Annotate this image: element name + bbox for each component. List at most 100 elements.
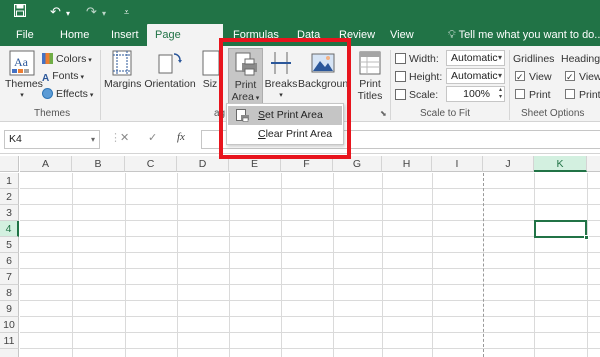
tab-insert[interactable]: Insert (103, 24, 147, 46)
headings-header: Headings (561, 53, 600, 65)
effects-button[interactable]: Effects ▾ (42, 86, 93, 102)
gridlines-view-checkbox[interactable]: View (515, 69, 552, 85)
page-setup-launcher-icon[interactable]: ⬊ (380, 109, 387, 118)
width-label: Width: (409, 53, 439, 65)
scale-row: Scale: (395, 87, 438, 103)
height-icon (395, 71, 406, 82)
undo-icon[interactable]: ↶ (50, 4, 61, 20)
height-row: Height: (395, 69, 442, 85)
name-box-value: K4 (9, 133, 22, 145)
orientation-icon (157, 50, 183, 76)
headings-view-checkbox[interactable]: View (565, 69, 600, 85)
column-header-c[interactable]: C (125, 156, 177, 172)
column-header-i[interactable]: I (432, 156, 483, 172)
tell-me-box[interactable]: 💡︎ Tell me what you want to do... (448, 24, 600, 46)
name-box[interactable]: K4 ▾ (4, 130, 100, 149)
group-separator (390, 50, 391, 120)
insert-function-button[interactable]: fx (177, 131, 185, 143)
column-header-partial[interactable] (587, 156, 600, 172)
checkbox-checked-icon (565, 69, 575, 85)
headings-print-checkbox[interactable]: Print (565, 87, 600, 103)
cell-grid[interactable] (20, 173, 600, 357)
column-header-b[interactable]: B (72, 156, 125, 172)
group-label-scale-to-fit: Scale to Fit (420, 108, 471, 119)
print-titles-button[interactable]: Print Titles (353, 50, 387, 102)
headings-view-label: View (579, 71, 600, 83)
redo-icon[interactable]: ↷ (86, 4, 97, 20)
margins-icon (109, 50, 135, 76)
chevron-down-icon: ▾ (497, 53, 502, 62)
width-row: Width: (395, 51, 439, 67)
grid-line (20, 332, 600, 333)
scale-icon (395, 89, 406, 100)
spinner-arrows-icon[interactable]: ▴ ▾ (499, 87, 502, 101)
grid-line (20, 188, 600, 189)
grid-line (229, 173, 230, 357)
fill-handle[interactable] (584, 235, 589, 240)
undo-dropdown-icon[interactable]: ▾ (66, 6, 70, 22)
gridlines-view-label: View (529, 71, 552, 83)
grid-line (534, 173, 535, 357)
grid-line (20, 236, 600, 237)
chevron-down-icon: ▾ (497, 71, 502, 80)
colors-button[interactable]: Colors ▾ (42, 51, 92, 67)
save-icon[interactable] (13, 3, 27, 21)
column-header-k[interactable]: K (534, 156, 587, 172)
select-all-corner[interactable] (0, 156, 19, 172)
grid-line (20, 300, 600, 301)
grid-line (382, 173, 383, 357)
print-titles-label-2: Titles (357, 90, 383, 102)
enter-icon[interactable]: ✓ (148, 131, 157, 144)
height-select[interactable]: Automatic ▾ (446, 68, 505, 84)
tell-me-text: Tell me what you want to do... (458, 29, 600, 41)
colors-icon (42, 53, 53, 64)
group-label-sheet-options: Sheet Options (521, 108, 585, 119)
group-separator (100, 50, 101, 120)
row-header-3[interactable]: 3 (0, 205, 19, 221)
column-header-h[interactable]: H (382, 156, 432, 172)
height-value: Automatic (451, 70, 498, 82)
size-icon (201, 50, 219, 76)
page-break-line (483, 173, 484, 357)
fonts-button[interactable]: A Fonts ▾ (42, 68, 84, 84)
row-header-2[interactable]: 2 (0, 189, 19, 205)
themes-button[interactable]: Aa Themes ▾ (5, 50, 43, 102)
tab-home[interactable]: Home (52, 24, 97, 46)
customize-qat-icon[interactable]: ⩡ (124, 4, 129, 20)
row-header-11[interactable]: 11 (0, 333, 19, 349)
width-icon (395, 53, 406, 64)
orientation-button[interactable]: Orientation (144, 50, 196, 90)
row-header-10[interactable]: 10 (0, 317, 19, 333)
column-header-a[interactable]: A (20, 156, 72, 172)
headings-print-label: Print (579, 89, 600, 101)
lightbulb-icon: 💡︎ (448, 29, 456, 41)
row-header-5[interactable]: 5 (0, 237, 19, 253)
active-cell-k4[interactable] (534, 220, 587, 238)
row-header-6[interactable]: 6 (0, 253, 19, 269)
row-header-4[interactable]: 4 (0, 221, 19, 237)
tab-page-layout[interactable]: Page Layout (147, 24, 223, 63)
row-header-8[interactable]: 8 (0, 285, 19, 301)
width-select[interactable]: Automatic ▾ (446, 50, 505, 66)
row-header-1[interactable]: 1 (0, 173, 19, 189)
redo-dropdown-icon[interactable]: ▾ (102, 6, 106, 22)
fonts-label: Fonts (52, 70, 79, 82)
scale-spinner[interactable]: 100% ▴ ▾ (446, 86, 505, 102)
row-header-9[interactable]: 9 (0, 301, 19, 317)
print-titles-icon (357, 50, 383, 76)
gridlines-print-checkbox[interactable]: Print (515, 87, 551, 103)
grid-line (20, 268, 600, 269)
margins-button[interactable]: Margins (104, 50, 141, 90)
fonts-icon: A (42, 73, 50, 84)
row-header-7[interactable]: 7 (0, 269, 19, 285)
grid-line (587, 173, 588, 357)
cancel-icon[interactable]: ✕ (120, 131, 129, 144)
column-header-j[interactable]: J (483, 156, 534, 172)
grid-line (20, 284, 600, 285)
tab-file[interactable]: File (8, 24, 42, 46)
tab-view[interactable]: View (382, 24, 422, 46)
size-button[interactable]: Siz (201, 50, 219, 90)
grid-line (333, 173, 334, 357)
chevron-down-icon: ▾ (90, 135, 95, 144)
row-header-partial[interactable] (0, 349, 19, 357)
